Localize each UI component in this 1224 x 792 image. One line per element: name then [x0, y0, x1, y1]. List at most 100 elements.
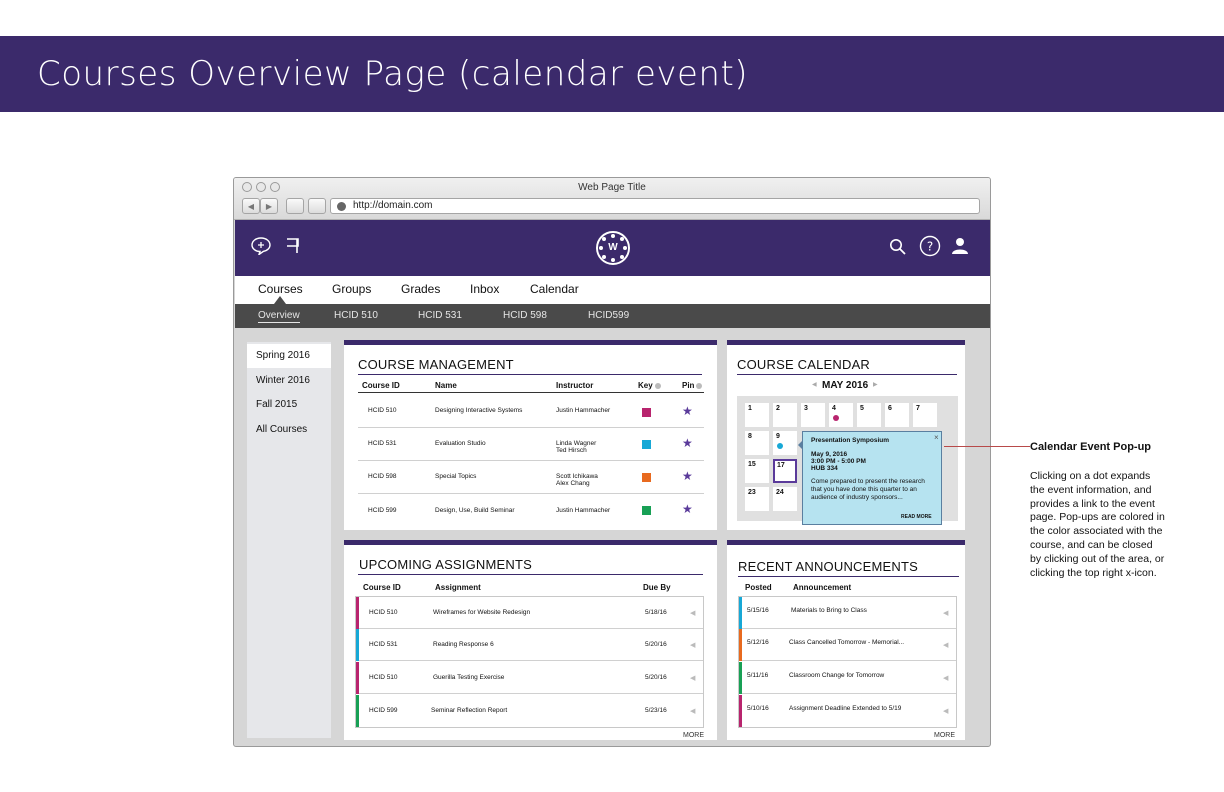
- address-bar[interactable]: http://domain.com: [330, 198, 980, 214]
- card-title: COURSE CALENDAR: [737, 357, 871, 372]
- calendar-day[interactable]: 15: [745, 459, 769, 483]
- calendar-event-popup[interactable]: Presentation Symposium × May 9, 2016 3:0…: [798, 431, 942, 525]
- due-date: 5/23/16: [645, 707, 667, 714]
- close-icon[interactable]: ×: [934, 433, 939, 442]
- list-item[interactable]: HCID 510 Guerilla Testing Exercise 5/20/…: [356, 662, 703, 694]
- expand-arrow-icon[interactable]: ◀: [943, 707, 948, 715]
- pin-star-icon[interactable]: ★: [682, 437, 693, 449]
- logo-dot: [611, 258, 615, 262]
- calendar-day[interactable]: 1: [745, 403, 769, 427]
- nav-groups[interactable]: Groups: [332, 282, 371, 296]
- next-month-icon[interactable]: ▶: [873, 381, 878, 388]
- course-color-key[interactable]: [642, 506, 651, 515]
- nav-grades[interactable]: Grades: [401, 282, 440, 296]
- url-text: http://domain.com: [353, 200, 433, 211]
- posted-date: 5/15/16: [747, 607, 769, 614]
- prev-month-icon[interactable]: ◀: [812, 381, 817, 388]
- list-item[interactable]: 5/11/16 Classroom Change for Tomorrow ◀: [739, 662, 956, 694]
- sidebar-item-winter-2016[interactable]: Winter 2016: [247, 369, 331, 393]
- course-color-key[interactable]: [642, 440, 651, 449]
- title-underline: [737, 374, 957, 375]
- calendar-day-today[interactable]: 17: [773, 459, 797, 483]
- user-profile-icon[interactable]: [951, 237, 969, 255]
- nav-courses[interactable]: Courses: [258, 282, 303, 296]
- expand-arrow-icon[interactable]: ◀: [943, 674, 948, 682]
- page-title: Courses Overview Page (calendar event): [37, 54, 749, 94]
- calendar-day[interactable]: 23: [745, 487, 769, 511]
- chat-icon[interactable]: [251, 237, 271, 255]
- day-number: 8: [748, 433, 752, 440]
- event-dot[interactable]: [833, 415, 839, 421]
- title-underline: [738, 576, 959, 577]
- more-link[interactable]: MORE: [934, 732, 955, 739]
- flag-icon[interactable]: [285, 237, 301, 255]
- day-number: 9: [776, 433, 780, 440]
- subnav-hcid-531[interactable]: HCID 531: [418, 310, 462, 321]
- more-link[interactable]: MORE: [683, 732, 704, 739]
- expand-arrow-icon[interactable]: ◀: [690, 609, 695, 617]
- list-item[interactable]: HCID 531 Reading Response 6 5/20/16 ◀: [356, 629, 703, 661]
- calendar-day[interactable]: 9: [773, 431, 797, 455]
- course-name: Special Topics: [435, 473, 477, 480]
- pin-star-icon[interactable]: ★: [682, 503, 693, 515]
- back-button[interactable]: ◀: [242, 198, 260, 214]
- course-name: Designing Interactive Systems: [435, 407, 523, 414]
- list-item[interactable]: HCID 599 Seminar Reflection Report 5/23/…: [356, 695, 703, 727]
- university-logo[interactable]: W: [596, 231, 630, 265]
- expand-arrow-icon[interactable]: ◀: [943, 641, 948, 649]
- sidebar-item-all-courses[interactable]: All Courses: [247, 418, 331, 442]
- annotation-leader-line: [944, 446, 1030, 447]
- help-icon[interactable]: ?: [919, 235, 941, 257]
- pin-star-icon[interactable]: ★: [682, 405, 693, 417]
- list-item[interactable]: 5/10/16 Assignment Deadline Extended to …: [739, 695, 956, 727]
- calendar-day[interactable]: 7: [913, 403, 937, 427]
- expand-arrow-icon[interactable]: ◀: [943, 609, 948, 617]
- pin-star-icon[interactable]: ★: [682, 470, 693, 482]
- posted-date: 5/11/16: [747, 672, 769, 679]
- assignment-name: Reading Response 6: [433, 641, 494, 648]
- row-divider: [358, 427, 704, 428]
- event-dot[interactable]: [777, 443, 783, 449]
- forward-button[interactable]: ▶: [260, 198, 278, 214]
- search-icon[interactable]: [889, 238, 907, 256]
- toolbar-button-2[interactable]: [308, 198, 326, 214]
- course-color-key[interactable]: [642, 473, 651, 482]
- logo-dot: [623, 246, 627, 250]
- calendar-day[interactable]: 4: [829, 403, 853, 427]
- back-arrow-icon: ◀: [247, 201, 255, 211]
- calendar-day[interactable]: 24: [773, 487, 797, 511]
- subnav-hcid-599[interactable]: HCID599: [588, 310, 629, 321]
- info-icon[interactable]: [654, 382, 661, 389]
- toolbar-button-1[interactable]: [286, 198, 304, 214]
- calendar-day[interactable]: 2: [773, 403, 797, 427]
- course-color-key[interactable]: [642, 408, 651, 417]
- calendar-day[interactable]: 5: [857, 403, 881, 427]
- nav-calendar[interactable]: Calendar: [530, 282, 579, 296]
- day-number: 5: [860, 405, 864, 412]
- nav-inbox[interactable]: Inbox: [470, 282, 499, 296]
- expand-arrow-icon[interactable]: ◀: [690, 707, 695, 715]
- read-more-link[interactable]: READ MORE: [901, 514, 932, 520]
- list-item[interactable]: 5/12/16 Class Cancelled Tomorrow - Memor…: [739, 629, 956, 661]
- calendar-day[interactable]: 6: [885, 403, 909, 427]
- sidebar-item-fall-2015[interactable]: Fall 2015: [247, 393, 331, 417]
- calendar-day[interactable]: 8: [745, 431, 769, 455]
- subnav-hcid-510[interactable]: HCID 510: [334, 310, 378, 321]
- column-header-label: Pin: [682, 381, 695, 390]
- event-description: Come prepared to present the research: [811, 478, 925, 485]
- info-icon[interactable]: [696, 382, 703, 389]
- announcement-text: Materials to Bring to Class: [791, 607, 867, 614]
- course-subnav: Overview HCID 510 HCID 531 HCID 598 HCID…: [235, 304, 990, 328]
- list-item[interactable]: HCID 510 Wireframes for Website Redesign…: [356, 597, 703, 629]
- subnav-overview[interactable]: Overview: [258, 310, 300, 323]
- calendar-day[interactable]: 3: [801, 403, 825, 427]
- list-item[interactable]: 5/15/16 Materials to Bring to Class ◀: [739, 597, 956, 629]
- browser-window: Web Page Title ◀ ▶ http://domain.com W ?…: [233, 177, 991, 747]
- subnav-hcid-598[interactable]: HCID 598: [503, 310, 547, 321]
- expand-arrow-icon[interactable]: ◀: [690, 674, 695, 682]
- sidebar-item-spring-2016[interactable]: Spring 2016: [247, 344, 331, 368]
- row-divider: [358, 493, 704, 494]
- course-name: Evaluation Studio: [435, 440, 486, 447]
- expand-arrow-icon[interactable]: ◀: [690, 641, 695, 649]
- header-divider: [358, 392, 704, 393]
